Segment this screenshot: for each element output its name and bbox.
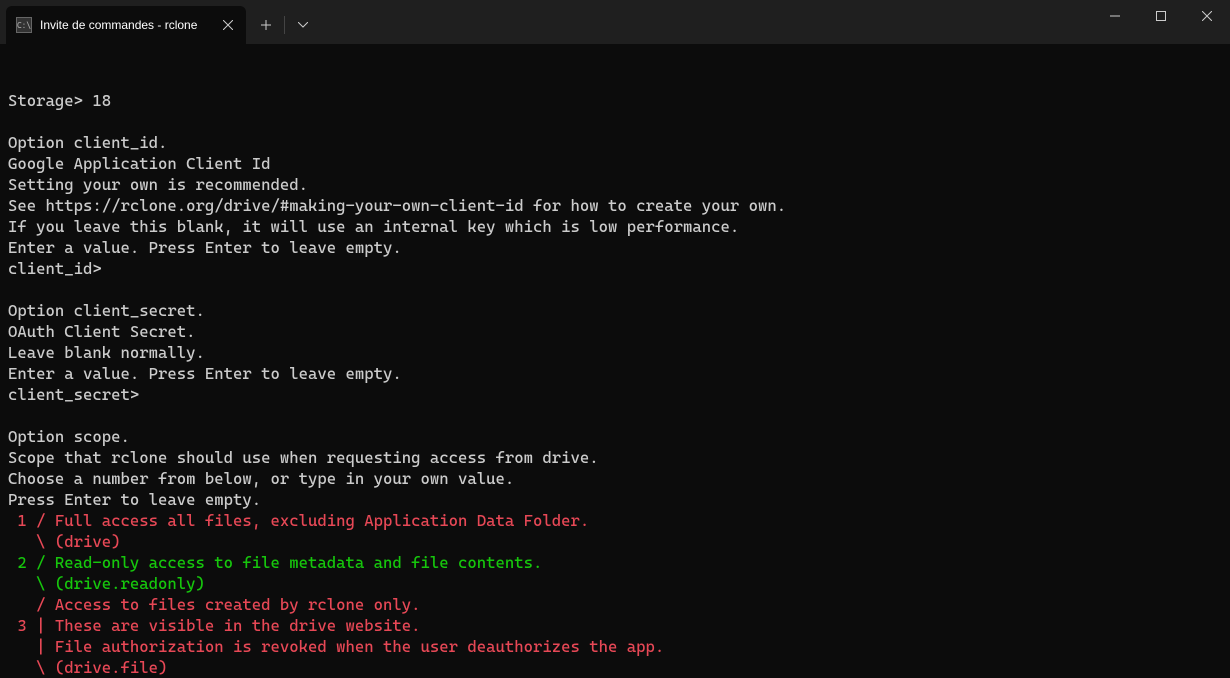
terminal-line: Google Application Client Id <box>8 153 1222 174</box>
maximize-button[interactable] <box>1138 0 1184 32</box>
divider <box>284 16 285 34</box>
terminal-line: \ (drive.readonly) <box>8 573 1222 594</box>
terminal-line: Scope that rclone should use when reques… <box>8 447 1222 468</box>
terminal-line: Option client_secret. <box>8 300 1222 321</box>
terminal-line: Storage> 18 <box>8 90 1222 111</box>
window-controls <box>1092 0 1230 44</box>
terminal-line: Enter a value. Press Enter to leave empt… <box>8 363 1222 384</box>
terminal-line: 2 / Read-only access to file metadata an… <box>8 552 1222 573</box>
maximize-icon <box>1156 11 1166 21</box>
terminal-line <box>8 111 1222 132</box>
new-tab-button[interactable] <box>250 9 282 41</box>
terminal-line: Option client_id. <box>8 132 1222 153</box>
terminal-line: client_id> <box>8 258 1222 279</box>
close-icon <box>223 20 233 30</box>
terminal-window: C:\ Invite de commandes - rclone <box>0 0 1230 678</box>
plus-icon <box>261 20 271 30</box>
terminal-content[interactable]: Storage> 18 Option client_id.Google Appl… <box>0 44 1230 678</box>
terminal-line <box>8 405 1222 426</box>
terminal-line: | File authorization is revoked when the… <box>8 636 1222 657</box>
terminal-line: 1 / Full access all files, excluding App… <box>8 510 1222 531</box>
terminal-line: Choose a number from below, or type in y… <box>8 468 1222 489</box>
terminal-line: 3 | These are visible in the drive websi… <box>8 615 1222 636</box>
chevron-down-icon <box>298 22 308 28</box>
close-window-button[interactable] <box>1184 0 1230 32</box>
terminal-line: client_secret> <box>8 384 1222 405</box>
terminal-line: See https://rclone.org/drive/#making-you… <box>8 195 1222 216</box>
minimize-button[interactable] <box>1092 0 1138 32</box>
tab-active[interactable]: C:\ Invite de commandes - rclone <box>6 6 246 44</box>
tab-title: Invite de commandes - rclone <box>40 18 212 32</box>
tab-close-button[interactable] <box>220 17 236 33</box>
terminal-line: \ (drive) <box>8 531 1222 552</box>
terminal-line: Press Enter to leave empty. <box>8 489 1222 510</box>
minimize-icon <box>1110 11 1120 21</box>
titlebar: C:\ Invite de commandes - rclone <box>0 0 1230 44</box>
tab-dropdown-button[interactable] <box>287 9 319 41</box>
terminal-line: Option scope. <box>8 426 1222 447</box>
terminal-line: / Access to files created by rclone only… <box>8 594 1222 615</box>
tab-actions <box>250 6 319 44</box>
terminal-line: Setting your own is recommended. <box>8 174 1222 195</box>
close-icon <box>1202 11 1212 21</box>
terminal-line: Enter a value. Press Enter to leave empt… <box>8 237 1222 258</box>
cmd-icon: C:\ <box>16 17 32 33</box>
terminal-line <box>8 279 1222 300</box>
terminal-line: If you leave this blank, it will use an … <box>8 216 1222 237</box>
terminal-line: OAuth Client Secret. <box>8 321 1222 342</box>
terminal-line: Leave blank normally. <box>8 342 1222 363</box>
terminal-line: \ (drive.file) <box>8 657 1222 678</box>
